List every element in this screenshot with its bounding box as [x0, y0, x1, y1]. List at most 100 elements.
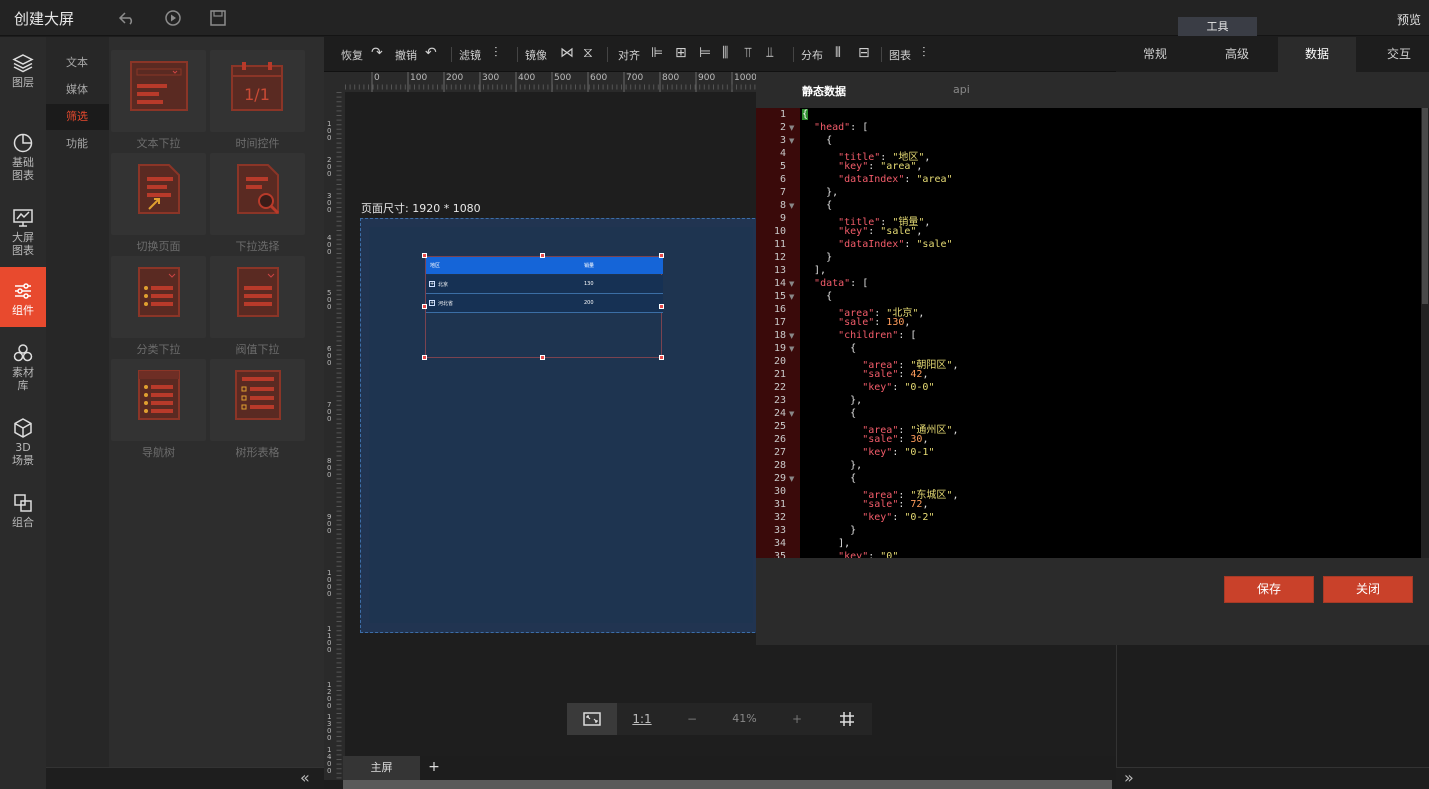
nav-item-screen-charts[interactable]: 大屏图表 — [0, 202, 46, 262]
align-center-icon[interactable]: ⊞ — [675, 45, 687, 61]
editor-scrollbar[interactable] — [1421, 108, 1429, 558]
component-dropdown-select[interactable]: 下拉选择 — [210, 153, 305, 253]
code-line: "sale": 30, — [862, 434, 929, 445]
align-middle-icon[interactable]: ⫼ — [722, 45, 728, 61]
align-left-icon[interactable]: ⊫ — [651, 45, 663, 61]
distribute-h-icon[interactable]: ⫴ — [835, 45, 841, 61]
collapse-left-icon[interactable]: « — [300, 768, 310, 787]
component-nav-tree[interactable]: 导航树 — [111, 359, 206, 459]
undo-icon[interactable]: ↶ — [425, 45, 437, 61]
tools-tab[interactable]: 工具 — [1178, 17, 1257, 36]
component-time-control[interactable]: 1/1 时间控件 — [210, 50, 305, 150]
resize-handle[interactable] — [422, 304, 427, 309]
chart-button[interactable]: 图表 — [889, 47, 911, 63]
table-row[interactable]: + 河北省 200 — [426, 294, 663, 313]
component-switch-page[interactable]: 切换页面 — [111, 153, 206, 253]
calendar-icon: 1/1 — [230, 62, 283, 111]
line-number: 23 — [773, 395, 786, 406]
tab-interaction[interactable]: 交互 — [1360, 37, 1429, 72]
fit-screen-button[interactable] — [567, 703, 617, 735]
code-line: } — [802, 525, 857, 536]
flip-vertical-icon[interactable]: ⧖ — [583, 45, 593, 61]
close-button[interactable]: 关闭 — [1323, 576, 1413, 603]
fold-arrow-icon[interactable]: ▼ — [789, 202, 794, 210]
tree-table-widget[interactable]: 地区 销量 + 北京 130 + 河北省 200 — [425, 256, 663, 358]
distribute-button[interactable]: 分布 — [801, 47, 823, 63]
flip-horizontal-icon[interactable]: ⋈ — [560, 45, 574, 61]
resize-handle[interactable] — [540, 253, 545, 258]
mirror-button[interactable]: 镜像 — [525, 47, 547, 63]
fold-arrow-icon[interactable]: ▼ — [789, 124, 794, 132]
save-icon[interactable] — [209, 9, 227, 27]
zoom-in-button[interactable]: + — [772, 703, 822, 735]
component-category-dropdown[interactable]: 分类下拉 — [111, 256, 206, 356]
ruler-label: 700 — [626, 73, 644, 83]
back-icon[interactable] — [118, 9, 136, 27]
nav-item-materials[interactable]: 素材库 — [0, 337, 46, 397]
table-header-cell: 地区 — [430, 263, 441, 269]
tab-general[interactable]: 常规 — [1116, 37, 1194, 72]
align-bottom-icon[interactable]: ⫫ — [766, 45, 774, 61]
sub-item-text[interactable]: 文本 — [46, 50, 109, 76]
fold-arrow-icon[interactable]: ▼ — [789, 293, 794, 301]
tab-advanced[interactable]: 高级 — [1198, 37, 1276, 72]
one-to-one-button[interactable]: 1:1 — [617, 703, 667, 735]
code-line: { — [802, 473, 857, 484]
resize-handle[interactable] — [540, 355, 545, 360]
play-icon[interactable] — [164, 9, 182, 27]
threshold-dropdown-icon — [236, 267, 279, 317]
chart-icon[interactable]: ⫶ — [922, 45, 926, 61]
nav-item-components[interactable]: 组件 — [0, 267, 46, 327]
component-threshold-dropdown[interactable]: 阀值下拉 — [210, 256, 305, 356]
redo-button[interactable]: 恢复 — [341, 47, 363, 63]
grid-toggle-button[interactable] — [822, 703, 872, 735]
component-text-dropdown[interactable]: 文本下拉 — [111, 50, 206, 150]
align-top-icon[interactable]: ⫪ — [744, 45, 752, 61]
tab-api[interactable]: api — [953, 83, 970, 96]
filter-chart-icon[interactable]: ⫶ — [494, 45, 498, 61]
sub-item-filter[interactable]: 筛选 — [46, 104, 109, 130]
expand-icon[interactable]: + — [429, 281, 435, 287]
resize-handle[interactable] — [422, 253, 427, 258]
resize-handle[interactable] — [659, 253, 664, 258]
add-page-button[interactable]: + — [423, 756, 445, 780]
fold-arrow-icon[interactable]: ▼ — [789, 345, 794, 353]
sub-item-media[interactable]: 媒体 — [46, 77, 109, 103]
tab-main-screen[interactable]: 主屏 — [343, 756, 420, 780]
nav-item-layers[interactable]: 图层 — [0, 47, 46, 107]
nav-item-basic-charts[interactable]: 基础图表 — [0, 127, 46, 187]
nav-item-3d-scene[interactable]: 3D场景 — [0, 412, 46, 472]
tab-data[interactable]: 数据 — [1278, 37, 1356, 72]
line-number: 8 — [779, 200, 786, 211]
preview-button[interactable]: 预览 — [1397, 11, 1421, 28]
component-tree-table[interactable]: 树形表格 — [210, 359, 305, 459]
expand-icon[interactable]: + — [429, 300, 435, 306]
fold-arrow-icon[interactable]: ▼ — [789, 332, 794, 340]
resize-handle[interactable] — [659, 304, 664, 309]
nav-tree-icon — [137, 370, 180, 420]
fold-arrow-icon[interactable]: ▼ — [789, 475, 794, 483]
zoom-bar: 1:1 − 41% + — [567, 703, 872, 735]
table-row[interactable]: + 北京 130 — [426, 275, 663, 294]
right-panel-tabs: 常规 高级 数据 交互 — [1116, 37, 1429, 72]
align-button[interactable]: 对齐 — [618, 47, 640, 63]
resize-handle[interactable] — [659, 355, 664, 360]
scroll-thumb[interactable] — [1422, 108, 1428, 304]
horizontal-scrollbar[interactable] — [343, 780, 1112, 789]
resize-handle[interactable] — [422, 355, 427, 360]
fold-arrow-icon[interactable]: ▼ — [789, 137, 794, 145]
filter-button[interactable]: 滤镜 — [459, 47, 481, 63]
undo-button[interactable]: 撤销 — [395, 47, 417, 63]
distribute-v-icon[interactable]: ⊟ — [858, 45, 870, 61]
fold-arrow-icon[interactable]: ▼ — [789, 410, 794, 418]
json-code-editor[interactable]: 1 2 ▼ 3 ▼ 4 5 6 7 8 ▼ 9 10 11 12 13 14 ▼ 15 ▼ 16 17 18 ▼ 19 ▼ 20 21… — [756, 108, 1421, 558]
nav-item-group[interactable]: 组合 — [0, 487, 46, 547]
redo-icon[interactable]: ↷ — [371, 45, 383, 61]
align-right-icon[interactable]: ⊨ — [699, 45, 711, 61]
zoom-out-button[interactable]: − — [667, 703, 717, 735]
tab-static-data[interactable]: 静态数据 — [802, 83, 846, 99]
fold-arrow-icon[interactable]: ▼ — [789, 280, 794, 288]
sub-item-function[interactable]: 功能 — [46, 131, 109, 157]
collapse-right-icon[interactable]: » — [1124, 768, 1134, 787]
save-button[interactable]: 保存 — [1224, 576, 1314, 603]
